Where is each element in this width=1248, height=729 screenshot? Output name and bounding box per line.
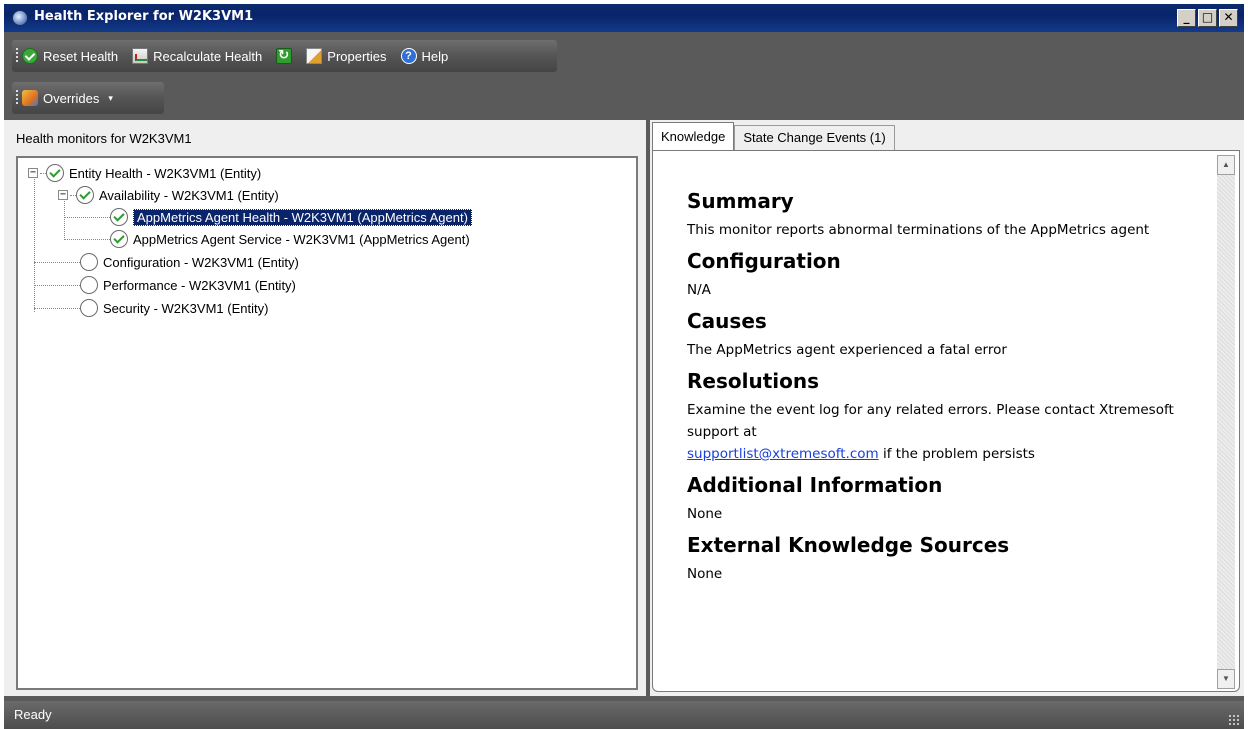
tree-node-entity-health[interactable]: − Entity Health - W2K3VM1 (Entity) — [28, 163, 261, 183]
collapse-toggle[interactable]: − — [58, 190, 68, 200]
collapse-toggle[interactable]: − — [28, 168, 38, 178]
help-label: Help — [421, 48, 449, 64]
properties-button[interactable]: Properties — [306, 48, 387, 64]
external-sources-text: None — [687, 566, 723, 582]
recalculate-health-label: Recalculate Health — [153, 48, 263, 64]
left-pane: Health monitors for W2K3VM1 − Entity Hea… — [4, 120, 646, 696]
configuration-text: N/A — [687, 282, 711, 298]
resize-grip[interactable] — [1228, 714, 1240, 726]
healthy-state-icon — [110, 230, 128, 248]
tree-node-security[interactable]: Security - W2K3VM1 (Entity) — [34, 298, 268, 318]
recalculate-health-button[interactable]: Recalculate Health — [132, 48, 262, 64]
tree-node-agent-service[interactable]: AppMetrics Agent Service - W2K3VM1 (AppM… — [64, 229, 470, 249]
tab-state-change-events[interactable]: State Change Events (1) — [734, 125, 895, 150]
status-text: Ready — [14, 707, 52, 722]
health-monitor-tree[interactable]: − Entity Health - W2K3VM1 (Entity) − Ava… — [16, 156, 638, 690]
status-bar: Ready — [4, 701, 1244, 729]
summary-heading: Summary — [687, 189, 794, 213]
refresh-button[interactable] — [276, 47, 293, 64]
additional-info-heading: Additional Information — [687, 473, 943, 497]
causes-text: The AppMetrics agent experienced a fatal… — [687, 342, 1007, 358]
right-pane: Knowledge State Change Events (1) Summar… — [650, 120, 1244, 696]
properties-label: Properties — [327, 48, 387, 64]
not-monitored-state-icon — [80, 276, 98, 294]
healthy-state-icon — [110, 208, 128, 226]
close-button[interactable]: ✕ — [1219, 9, 1238, 27]
summary-text: This monitor reports abnormal terminatio… — [687, 222, 1150, 238]
causes-heading: Causes — [687, 309, 767, 333]
refresh-icon — [276, 47, 293, 64]
chevron-down-icon: ▾ — [108, 92, 113, 103]
properties-icon — [306, 48, 323, 64]
knowledge-article: Summary This monitor reports abnormal te… — [687, 181, 1207, 591]
additional-info-text: None — [687, 506, 723, 522]
resolutions-text: Examine the event log for any related er… — [687, 402, 1174, 440]
reset-health-label: Reset Health — [43, 48, 119, 64]
tree-node-label: Security - W2K3VM1 (Entity) — [103, 300, 269, 316]
tree-node-label: Configuration - W2K3VM1 (Entity) — [103, 254, 299, 270]
tree-connector — [34, 261, 80, 263]
app-icon — [12, 10, 28, 26]
tree-connector — [34, 307, 80, 309]
resolutions-heading: Resolutions — [687, 369, 820, 393]
not-monitored-state-icon — [80, 253, 98, 271]
help-button[interactable]: ? Help — [400, 48, 449, 64]
health-explorer-window: Health Explorer for W2K3VM1 _ □ ✕ Reset … — [4, 4, 1244, 729]
overrides-icon — [22, 90, 38, 106]
vertical-scrollbar[interactable]: ▲ ▼ — [1217, 155, 1235, 689]
tree-node-agent-health[interactable]: AppMetrics Agent Health - W2K3VM1 (AppMe… — [64, 207, 472, 227]
tree-node-label: Availability - W2K3VM1 (Entity) — [99, 187, 279, 203]
maximize-button[interactable]: □ — [1198, 9, 1217, 27]
healthy-state-icon — [46, 164, 64, 182]
tree-node-label: AppMetrics Agent Service - W2K3VM1 (AppM… — [133, 231, 470, 247]
overrides-dropdown[interactable]: Overrides ▾ — [22, 90, 113, 106]
title-bar: Health Explorer for W2K3VM1 _ □ ✕ — [4, 4, 1244, 32]
check-circle-icon — [22, 48, 38, 64]
main-toolbar: Reset Health Recalculate Health Properti… — [12, 40, 557, 72]
tree-node-label: Entity Health - W2K3VM1 (Entity) — [69, 165, 262, 181]
tree-connector — [64, 216, 110, 218]
tree-node-performance[interactable]: Performance - W2K3VM1 (Entity) — [34, 275, 296, 295]
support-email-link[interactable]: supportlist@xtremesoft.com — [687, 446, 879, 462]
window-controls: _ □ ✕ — [1177, 9, 1238, 27]
configuration-heading: Configuration — [687, 249, 841, 273]
help-icon: ? — [400, 48, 417, 64]
window-title: Health Explorer for W2K3VM1 — [34, 9, 254, 24]
not-monitored-state-icon — [80, 299, 98, 317]
overrides-label: Overrides — [43, 90, 100, 106]
toolbar-grip[interactable] — [16, 48, 18, 64]
tree-node-label: AppMetrics Agent Health - W2K3VM1 (AppMe… — [133, 208, 472, 226]
scroll-down-button[interactable]: ▼ — [1217, 669, 1235, 689]
overrides-toolbar: Overrides ▾ — [12, 82, 164, 114]
tree-node-availability[interactable]: − Availability - W2K3VM1 (Entity) — [58, 185, 279, 205]
resolutions-tail: if the problem persists — [878, 446, 1035, 462]
tree-node-configuration[interactable]: Configuration - W2K3VM1 (Entity) — [34, 252, 299, 272]
tree-connector — [34, 284, 80, 286]
reset-health-button[interactable]: Reset Health — [22, 48, 118, 64]
detail-tabs: Knowledge State Change Events (1) — [652, 122, 895, 152]
scroll-up-button[interactable]: ▲ — [1217, 155, 1235, 175]
minimize-button[interactable]: _ — [1177, 9, 1196, 27]
recalculate-icon — [132, 48, 149, 64]
tab-knowledge[interactable]: Knowledge — [652, 122, 735, 152]
tree-connector — [64, 238, 110, 240]
healthy-state-icon — [76, 186, 94, 204]
resolutions-paragraph: Examine the event log for any related er… — [687, 399, 1207, 465]
external-sources-heading: External Knowledge Sources — [687, 533, 1010, 557]
knowledge-panel: Summary This monitor reports abnormal te… — [652, 150, 1240, 692]
left-pane-header: Health monitors for W2K3VM1 — [16, 131, 192, 146]
toolbar-grip[interactable] — [16, 90, 18, 106]
tree-node-label: Performance - W2K3VM1 (Entity) — [103, 277, 296, 293]
